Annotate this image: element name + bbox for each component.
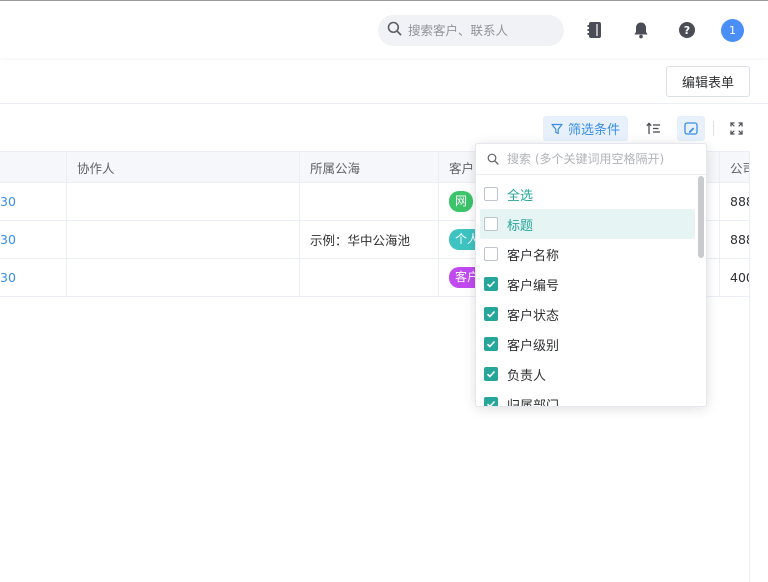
column-option-customer-level[interactable]: 客户级别 [480, 329, 695, 359]
collaborator-cell [67, 221, 300, 258]
customer-tag: 网 [449, 191, 474, 212]
filter-button[interactable]: 筛选条件 [543, 116, 628, 141]
search-icon [487, 153, 499, 165]
sort-icon[interactable] [639, 116, 667, 141]
collaborator-cell [67, 183, 300, 220]
top-bar: ? 1 [0, 0, 768, 58]
pool-cell [300, 259, 439, 296]
search-icon [387, 21, 402, 40]
fullscreen-icon[interactable] [722, 116, 750, 141]
dropdown-scrollbar[interactable] [698, 176, 704, 258]
company-cell: 888 [730, 232, 750, 247]
funnel-icon [551, 123, 563, 135]
checkbox-checked[interactable] [484, 397, 498, 406]
row-link[interactable]: 30 [0, 270, 16, 285]
global-search[interactable] [378, 15, 564, 46]
help-icon[interactable]: ? [676, 19, 698, 41]
user-avatar[interactable]: 1 [721, 19, 744, 42]
column-option-label: 客户级别 [507, 338, 560, 354]
filter-label: 筛选条件 [568, 123, 621, 138]
row-link-cell[interactable]: 30 [0, 221, 67, 258]
row-link-cell[interactable]: 30 [0, 183, 67, 220]
edit-form-button[interactable]: 编辑表单 [666, 66, 750, 97]
column-option-department[interactable]: 归属部门 [480, 389, 695, 407]
contacts-book-icon[interactable] [583, 19, 605, 41]
column-option-customer-number[interactable]: 客户编号 [480, 269, 695, 299]
column-search-input[interactable] [507, 152, 697, 166]
row-link[interactable]: 30 [0, 232, 16, 247]
column-option-label: 标题 [507, 218, 534, 234]
pool-cell: 示例：华中公海池 [300, 221, 439, 258]
checkbox[interactable] [484, 247, 498, 261]
header-cell-company[interactable]: 公司 [720, 152, 750, 182]
column-option-label: 归属部门 [507, 398, 560, 407]
column-option-label: 客户编号 [507, 278, 560, 294]
column-list: 全选 标题 客户名称 客户编号 客户状态 客户级别 负责人 归属部门 [476, 175, 706, 407]
checkbox-checked[interactable] [484, 337, 498, 351]
section-divider [0, 103, 768, 104]
header-cell-public-pool[interactable]: 所属公海 [300, 152, 439, 182]
checkbox-checked[interactable] [484, 307, 498, 321]
checkbox[interactable] [484, 217, 498, 231]
column-option-owner[interactable]: 负责人 [480, 359, 695, 389]
collaborator-cell [67, 259, 300, 296]
bell-icon[interactable] [630, 19, 652, 41]
column-option-label: 全选 [507, 188, 534, 204]
column-option-label: 负责人 [507, 368, 547, 384]
checkbox-checked[interactable] [484, 277, 498, 291]
table-right-border [749, 151, 750, 582]
toolbar-separator [713, 121, 714, 136]
header-cell-collaborator[interactable]: 协作人 [67, 152, 300, 182]
row-link-cell[interactable]: 30 [0, 259, 67, 296]
column-option-label: 客户状态 [507, 308, 560, 324]
pool-cell [300, 183, 439, 220]
column-option-title[interactable]: 标题 [480, 209, 695, 239]
svg-text:?: ? [684, 24, 690, 37]
column-option-label: 客户名称 [507, 248, 560, 264]
column-option-customer-status[interactable]: 客户状态 [480, 299, 695, 329]
company-cell: 400 [730, 270, 750, 285]
checkbox[interactable] [484, 187, 498, 201]
company-cell: 888 [730, 194, 750, 209]
header-cell [0, 152, 67, 182]
column-picker-dropdown: 全选 标题 客户名称 客户编号 客户状态 客户级别 负责人 归属部门 [475, 143, 707, 407]
row-link[interactable]: 30 [0, 194, 16, 209]
column-option-customer-name[interactable]: 客户名称 [480, 239, 695, 269]
checkbox-checked[interactable] [484, 367, 498, 381]
column-option-select-all[interactable]: 全选 [480, 179, 695, 209]
column-search[interactable] [476, 144, 706, 175]
global-search-input[interactable] [408, 23, 548, 38]
column-settings-icon[interactable] [677, 116, 705, 141]
